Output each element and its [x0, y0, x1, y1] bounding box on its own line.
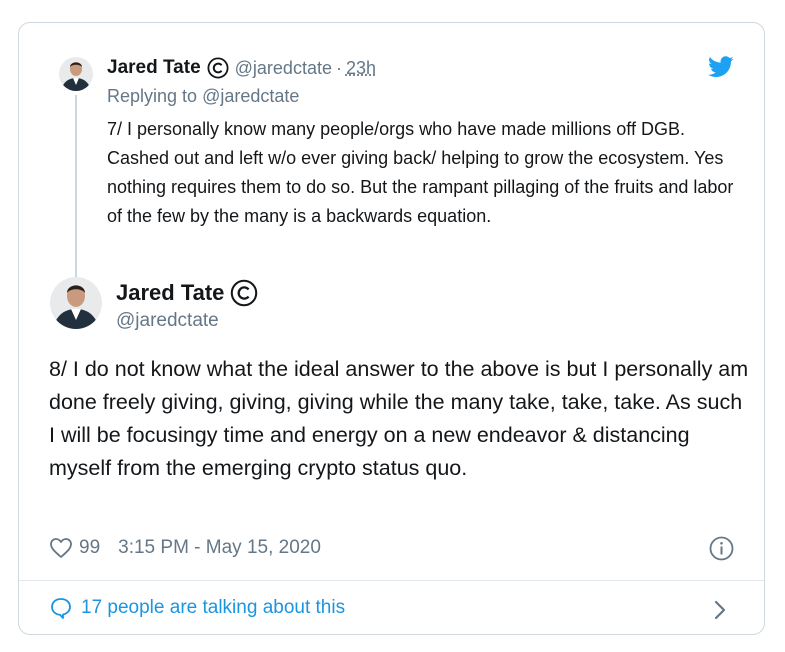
replying-to-line: Replying to @jaredctate — [107, 86, 299, 107]
replying-to-mention[interactable]: @jaredctate — [202, 86, 299, 106]
parent-author-handle[interactable]: @jaredctate — [235, 58, 332, 79]
info-icon[interactable] — [709, 536, 734, 561]
tweet-meta-row: 99 3:15 PM - May 15, 2020 — [49, 537, 321, 559]
parent-avatar[interactable] — [59, 57, 93, 91]
heart-icon[interactable] — [49, 537, 73, 559]
copyright-verified-icon — [231, 279, 258, 307]
card-divider — [19, 580, 764, 581]
talking-count-label[interactable]: 17 people are talking about this — [81, 597, 345, 619]
replying-prefix: Replying to — [107, 86, 203, 106]
main-tweet-text: 8/ I do not know what the ideal answer t… — [49, 357, 749, 480]
copyright-verified-icon — [207, 57, 229, 79]
parent-header: Jared Tate @jaredctate · 23h — [107, 57, 376, 79]
separator-dot: · — [335, 57, 342, 78]
main-author-row: Jared Tate — [116, 279, 258, 307]
main-author-name[interactable]: Jared Tate — [116, 280, 224, 306]
main-author-handle[interactable]: @jaredctate — [116, 310, 219, 332]
like-count[interactable]: 99 — [79, 537, 100, 559]
speech-bubble-icon — [51, 598, 71, 619]
parent-tweet-text: 7/ I personally know many people/orgs wh… — [107, 119, 734, 226]
main-avatar[interactable] — [50, 277, 102, 329]
parent-timestamp[interactable]: 23h — [346, 58, 376, 79]
chevron-right-icon[interactable] — [712, 598, 728, 622]
tweet-datetime[interactable]: 3:15 PM - May 15, 2020 — [118, 537, 321, 559]
embedded-tweet-card: Jared Tate @jaredctate · 23h Replying to… — [18, 22, 765, 635]
conversation-link[interactable]: 17 people are talking about this — [49, 596, 345, 620]
thread-connector-line — [75, 95, 77, 279]
twitter-bird-icon[interactable] — [708, 56, 734, 78]
parent-author-name[interactable]: Jared Tate — [107, 57, 201, 79]
